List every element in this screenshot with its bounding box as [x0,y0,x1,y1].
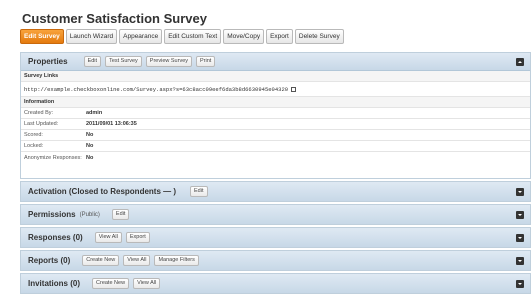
invitations-header[interactable]: Invitations (0) Create New View All [21,274,530,293]
invitations-panel: Invitations (0) Create New View All [20,273,531,294]
manage-filters-button[interactable]: Manage Filters [154,255,199,266]
responses-view-all-button[interactable]: View All [94,232,122,243]
info-value: No [86,143,94,149]
edit-survey-button[interactable]: Edit Survey [20,29,64,44]
responses-export-button[interactable]: Export [125,232,150,243]
survey-page: Customer Satisfaction Survey Edit Survey… [12,8,531,298]
info-label: Scored: [24,132,43,138]
info-row: Locked: No [21,141,530,152]
info-row: Anonymize Responses: No [21,152,530,163]
launch-wizard-button[interactable]: Launch Wizard [65,29,118,44]
permissions-title: Permissions [28,210,76,219]
invitations-view-all-button[interactable]: View All [133,278,161,289]
invitations-title: Invitations (0) [28,279,81,288]
collapse-toggle-icon[interactable] [516,57,524,66]
properties-title: Properties [28,57,68,66]
survey-toolbar: Edit Survey Launch Wizard Appearance Edi… [20,29,344,44]
info-row: Last Updated: 2011/09/01 13:06:35 [21,119,530,130]
page-title: Customer Satisfaction Survey [22,11,207,26]
responses-panel: Responses (0) View All Export [20,227,531,248]
edit-custom-text-button[interactable]: Edit Custom Text [164,29,222,44]
survey-link[interactable]: http://example.checkboxonline.com/Survey… [24,86,288,93]
test-survey-button[interactable]: Test Survey [105,56,142,67]
responses-title: Responses (0) [28,233,83,242]
delete-survey-button[interactable]: Delete Survey [294,29,344,44]
reports-title: Reports (0) [28,256,71,265]
expand-toggle-icon[interactable] [516,210,524,219]
info-value: No [86,154,94,161]
reports-create-new-button[interactable]: Create New [82,255,120,266]
info-row: Created By: admin [21,108,530,119]
responses-header[interactable]: Responses (0) View All Export [21,228,530,247]
export-button[interactable]: Export [266,29,293,44]
survey-links-heading: Survey Links [21,71,530,82]
preview-survey-button[interactable]: Preview Survey [145,56,193,67]
reports-panel: Reports (0) Create New View All Manage F… [20,250,531,271]
appearance-button[interactable]: Appearance [119,29,163,44]
info-value: admin [86,110,103,116]
invitations-create-new-button[interactable]: Create New [92,278,130,289]
permissions-panel: Permissions (Public) Edit [20,204,531,225]
information-heading: Information [21,97,530,108]
reports-view-all-button[interactable]: View All [123,255,151,266]
reports-header[interactable]: Reports (0) Create New View All Manage F… [21,251,530,270]
expand-toggle-icon[interactable] [516,187,524,196]
print-button[interactable]: Print [196,56,216,67]
info-label: Locked: [24,143,44,149]
external-link-icon[interactable] [291,86,297,92]
properties-header[interactable]: Properties Edit Test Survey Preview Surv… [21,53,530,71]
info-row: Scored: No [21,130,530,141]
expand-toggle-icon[interactable] [516,256,524,265]
info-label: Created By: [24,110,54,116]
info-value: No [86,132,94,138]
properties-panel: Properties Edit Test Survey Preview Surv… [20,52,531,179]
info-value: 2011/09/01 13:06:35 [86,121,137,127]
activation-title: Activation (Closed to Respondents — ) [28,187,177,196]
permissions-header[interactable]: Permissions (Public) Edit [21,205,530,224]
info-label: Last Updated: [24,121,59,127]
info-label: Anonymize Responses: [24,154,82,161]
move-copy-button[interactable]: Move/Copy [223,29,265,44]
activation-panel: Activation (Closed to Respondents — ) Ed… [20,181,531,202]
expand-toggle-icon[interactable] [516,233,524,242]
expand-toggle-icon[interactable] [516,279,524,288]
properties-edit-button[interactable]: Edit [83,56,102,67]
activation-edit-button[interactable]: Edit [190,186,208,197]
permissions-note: (Public) [79,211,100,218]
survey-link-row: http://example.checkboxonline.com/Survey… [21,82,530,97]
permissions-edit-button[interactable]: Edit [111,209,130,220]
activation-header[interactable]: Activation (Closed to Respondents — ) Ed… [21,182,530,201]
